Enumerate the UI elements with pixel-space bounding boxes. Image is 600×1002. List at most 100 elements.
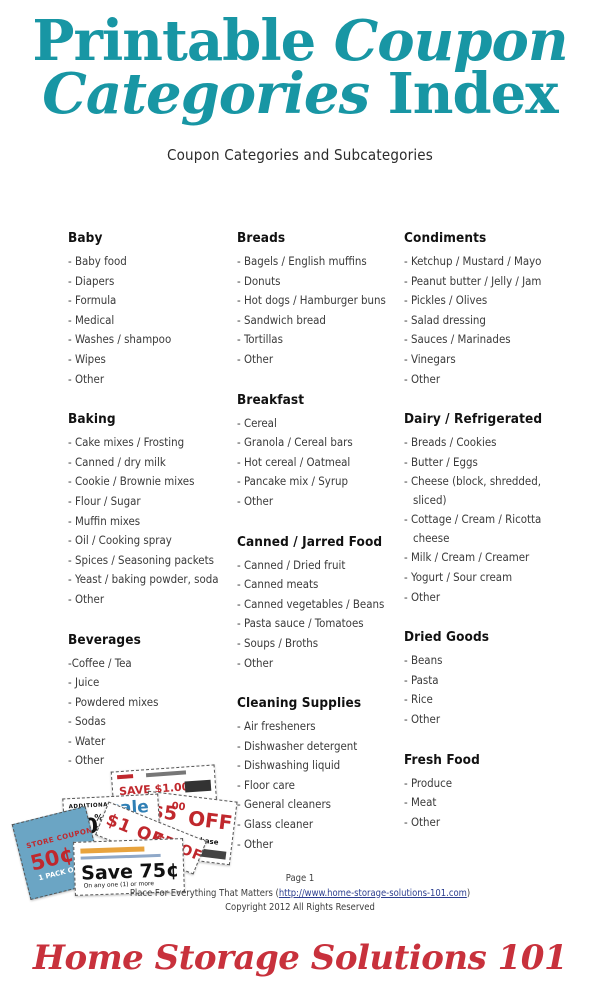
category-title: Beverages (68, 631, 141, 648)
list-item: - Pancake mix / Syrup (237, 474, 349, 489)
category-title: Fresh Food (404, 751, 480, 768)
list-item: - Hot dogs / Hamburger buns (237, 293, 386, 308)
list-item: - Formula (68, 293, 117, 308)
category-cleaning-supplies: Cleaning Supplies - Air fresheners - Dis… (237, 695, 402, 854)
list-item: - Glass cleaner (237, 817, 314, 832)
list-item: - Canned / Dried fruit (237, 557, 346, 572)
list-item: - Muffin mixes (68, 513, 141, 528)
list-item: - Baby food (68, 254, 127, 268)
page-subtitle: Coupon Categories and Subcategories (166, 145, 434, 164)
page-footer: Page 1 Place For Everything That Matters… (0, 872, 600, 916)
list-item: - Pasta (404, 672, 439, 687)
page-title: Printable Coupon Categories Index (0, 0, 600, 122)
list-item: - Medical (68, 312, 115, 327)
list-item: - Donuts (237, 273, 281, 288)
list-item: - Salad dressing (404, 312, 486, 327)
list-item: - Yogurt / Sour cream (404, 569, 513, 584)
title-word-categories: Categories (42, 60, 388, 127)
category-title: Baking (68, 411, 116, 428)
list-item: - Oil / Cooking spray (68, 533, 172, 548)
list-item: - Sauces / Marinades (404, 332, 511, 347)
copyright-notice: Copyright 2012 All Rights Reserved (225, 902, 375, 913)
brand-logo: Home Storage Solutions 101 (32, 938, 568, 978)
list-item: - Soups / Broths (237, 635, 319, 650)
category-title: Dairy / Refrigerated (404, 411, 543, 428)
category-column-3: Condiments - Ketchup / Mustard / Mayo - … (404, 230, 574, 854)
list-item: - Canned vegetables / Beans (237, 596, 385, 611)
subcategory-list: - Breads / Cookies - Butter / Eggs - Che… (404, 433, 574, 607)
list-item: - Hot cereal / Oatmeal (237, 454, 351, 469)
category-beverages: Beverages -Coffee / Tea - Juice - Powder… (68, 632, 233, 772)
category-baking: Baking - Cake mixes / Frosting - Canned … (68, 411, 233, 609)
list-item: - Sodas (68, 714, 106, 729)
list-item: - Canned / dry milk (68, 454, 166, 469)
list-item: - Cake mixes / Frosting (68, 435, 185, 450)
category-title: Breakfast (237, 391, 305, 408)
list-item: - Pickles / Olives (404, 293, 488, 308)
category-breakfast: Breakfast - Cereal - Granola / Cereal ba… (237, 392, 402, 512)
list-item: - Produce (404, 775, 453, 790)
list-item: - Breads / Cookies (404, 435, 497, 450)
subcategory-list: - Cereal - Granola / Cereal bars - Hot c… (237, 414, 402, 512)
subcategory-list: - Produce - Meat - Other (404, 774, 574, 833)
list-item: - Other (404, 589, 441, 604)
printable-coupon-categories-page: Printable Coupon Categories Index Coupon… (0, 0, 600, 1002)
site-credit-line: Place For Everything That Matters (http:… (0, 887, 600, 902)
list-item: - Flour / Sugar (68, 493, 141, 508)
category-title: Dried Goods (404, 629, 490, 646)
list-item: - Yeast / baking powder, soda (68, 572, 219, 587)
category-breads: Breads - Bagels / English muffins - Donu… (237, 230, 402, 370)
list-item: - Water (68, 733, 106, 748)
list-item: - Other (404, 711, 441, 726)
page-number: Page 1 (285, 873, 315, 884)
title-word-index: Index (387, 60, 559, 127)
list-item: - Cheese (block, shredded, sliced) (404, 474, 542, 508)
list-item: - Canned meats (237, 577, 319, 592)
list-item: - Floor care (237, 777, 295, 792)
site-credit-prefix: Place For Everything That Matters ( (129, 887, 279, 899)
category-title: Cleaning Supplies (237, 695, 362, 712)
category-condiments: Condiments - Ketchup / Mustard / Mayo - … (404, 230, 574, 389)
subcategory-list: - Cake mixes / Frosting - Canned / dry m… (68, 433, 233, 609)
site-url-link[interactable]: http://www.home-storage-solutions-101.co… (279, 888, 467, 899)
list-item: - Other (237, 655, 274, 670)
category-title: Breads (237, 230, 286, 246)
subcategory-list: - Beans - Pasta - Rice - Other (404, 651, 574, 729)
list-item: - Bagels / English muffins (237, 254, 367, 268)
list-item: - Other (237, 836, 274, 851)
title-line-2: Categories Index (0, 66, 600, 122)
category-title: Condiments (404, 230, 487, 246)
category-column-1: Baby - Baby food - Diapers - Formula - M… (68, 230, 233, 793)
category-fresh-food: Fresh Food - Produce - Meat - Other (404, 752, 574, 833)
list-item: - Pasta sauce / Tomatoes (237, 616, 364, 631)
list-item: - Meat (404, 795, 437, 810)
category-title: Canned / Jarred Food (237, 533, 383, 550)
subcategory-list: - Baby food - Diapers - Formula - Medica… (68, 252, 233, 389)
list-item: - Spices / Seasoning packets (68, 552, 214, 567)
list-item: - General cleaners (237, 797, 332, 812)
list-item: - Air fresheners (237, 719, 316, 734)
list-item: - Other (404, 371, 441, 386)
list-item: - Cottage / Cream / Ricotta cheese (404, 512, 542, 546)
list-item: - Other (68, 591, 105, 606)
list-item: - Sandwich bread (237, 312, 326, 327)
list-item: - Vinegars (404, 351, 456, 366)
list-item: - Other (404, 814, 441, 829)
list-item: - Dishwashing liquid (237, 758, 341, 773)
list-item: - Washes / shampoo (68, 332, 172, 347)
list-item: - Butter / Eggs (404, 454, 478, 469)
list-item: - Peanut butter / Jelly / Jam (404, 273, 542, 288)
list-item: - Milk / Cream / Creamer (404, 550, 530, 565)
subcategory-list: - Air fresheners - Dishwasher detergent … (237, 717, 402, 854)
list-item: - Tortillas (237, 332, 283, 347)
category-dairy-refrigerated: Dairy / Refrigerated - Breads / Cookies … (404, 411, 574, 607)
category-baby: Baby - Baby food - Diapers - Formula - M… (68, 230, 233, 389)
list-item: - Juice (68, 675, 100, 690)
list-item: - Ketchup / Mustard / Mayo (404, 254, 542, 268)
list-item: - Cookie / Brownie mixes (68, 474, 195, 489)
category-column-2: Breads - Bagels / English muffins - Donu… (237, 230, 402, 876)
subcategory-list: - Canned / Dried fruit - Canned meats - … (237, 556, 402, 674)
subcategory-list: - Ketchup / Mustard / Mayo - Peanut butt… (404, 252, 574, 389)
list-item: - Diapers (68, 273, 115, 288)
list-item: - Beans (404, 653, 443, 668)
